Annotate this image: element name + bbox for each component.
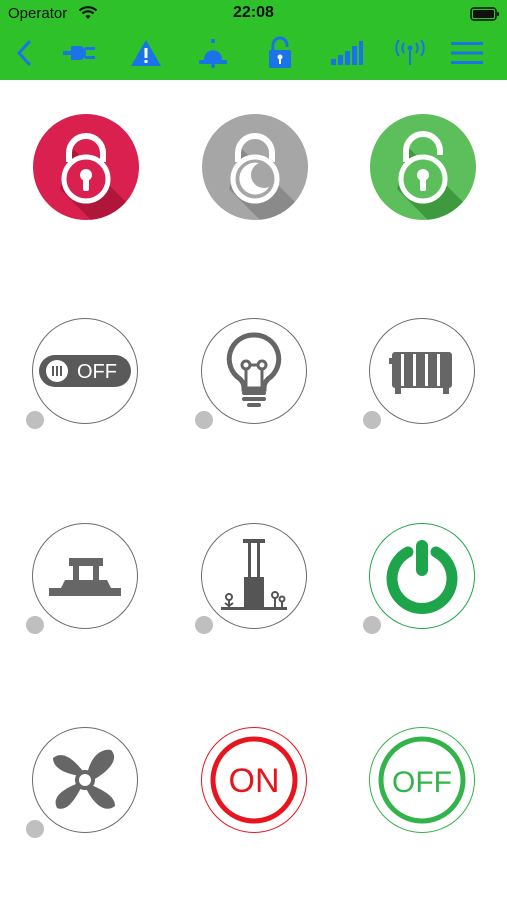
on-label: ON [229,762,280,800]
lock-button[interactable] [258,30,302,76]
fan-tile[interactable] [26,727,142,838]
gate-valve-circle [32,523,138,629]
back-chevron-icon [16,40,31,66]
sprinkler-circle [201,523,307,629]
gate-valve-icon [49,558,121,596]
off-button-icon: OFF [378,736,466,824]
off-label: OFF [392,766,452,799]
radiator-tile[interactable] [363,318,479,429]
off-button-circle: OFF [369,727,475,833]
toolbar [0,30,507,76]
on-button-circle: ON [201,727,307,833]
status-dot [195,616,213,634]
antenna-icon [395,39,425,65]
back-button[interactable] [2,30,46,76]
wireless-button[interactable] [388,30,432,76]
power-circle [369,523,475,629]
radiator-icon [389,352,452,394]
lock-open-tile[interactable] [369,113,479,223]
light-bulb-icon [226,332,282,407]
alarm-button[interactable] [191,30,235,76]
warning-button[interactable] [124,30,168,76]
signal-bars-icon [331,41,363,65]
status-dot [195,411,213,429]
light-bulb-tile[interactable] [195,318,311,429]
menu-button[interactable] [445,30,489,76]
sprinkler-tile[interactable] [195,523,311,634]
status-dot [363,616,381,634]
lock-closed-red-icon [33,114,139,220]
on-button-icon: ON [210,736,298,824]
sprinkler-icon [221,539,287,610]
toggle-switch-circle: OFF [32,318,138,424]
menu-icon [451,42,483,64]
fan-circle [32,727,138,833]
toggle-off-icon: OFF [39,355,131,387]
signal-button[interactable] [325,30,369,76]
on-button-tile[interactable]: ON [201,727,311,837]
fan-icon [53,749,115,809]
power-button-icon [386,540,458,614]
power-plug-button[interactable] [58,30,102,76]
battery-icon [470,7,499,21]
device-grid: OFF ON OFF [0,80,507,900]
lock-open-green-icon [370,114,476,220]
lock-closed-tile[interactable] [32,113,142,223]
warning-icon [131,40,161,66]
lock-gray-icon [202,114,308,220]
status-dot [26,616,44,634]
status-dot [26,411,44,429]
light-bulb-circle [201,318,307,424]
status-dot [26,820,44,838]
power-toggle-tile[interactable] [363,523,479,634]
off-button-tile[interactable]: OFF [369,727,479,837]
status-dot [363,411,381,429]
top-bar: Operator 22:08 [0,0,507,80]
lock-icon [269,36,291,68]
gate-valve-tile[interactable] [26,523,142,634]
status-bar: Operator 22:08 [0,0,507,28]
bell-icon [199,39,227,68]
radiator-circle [369,318,475,424]
clock: 22:08 [233,4,274,21]
lock-gray-tile[interactable] [201,113,311,223]
toggle-off-label: OFF [77,361,117,383]
toggle-switch-tile[interactable]: OFF [26,318,142,429]
plug-icon [63,46,95,60]
